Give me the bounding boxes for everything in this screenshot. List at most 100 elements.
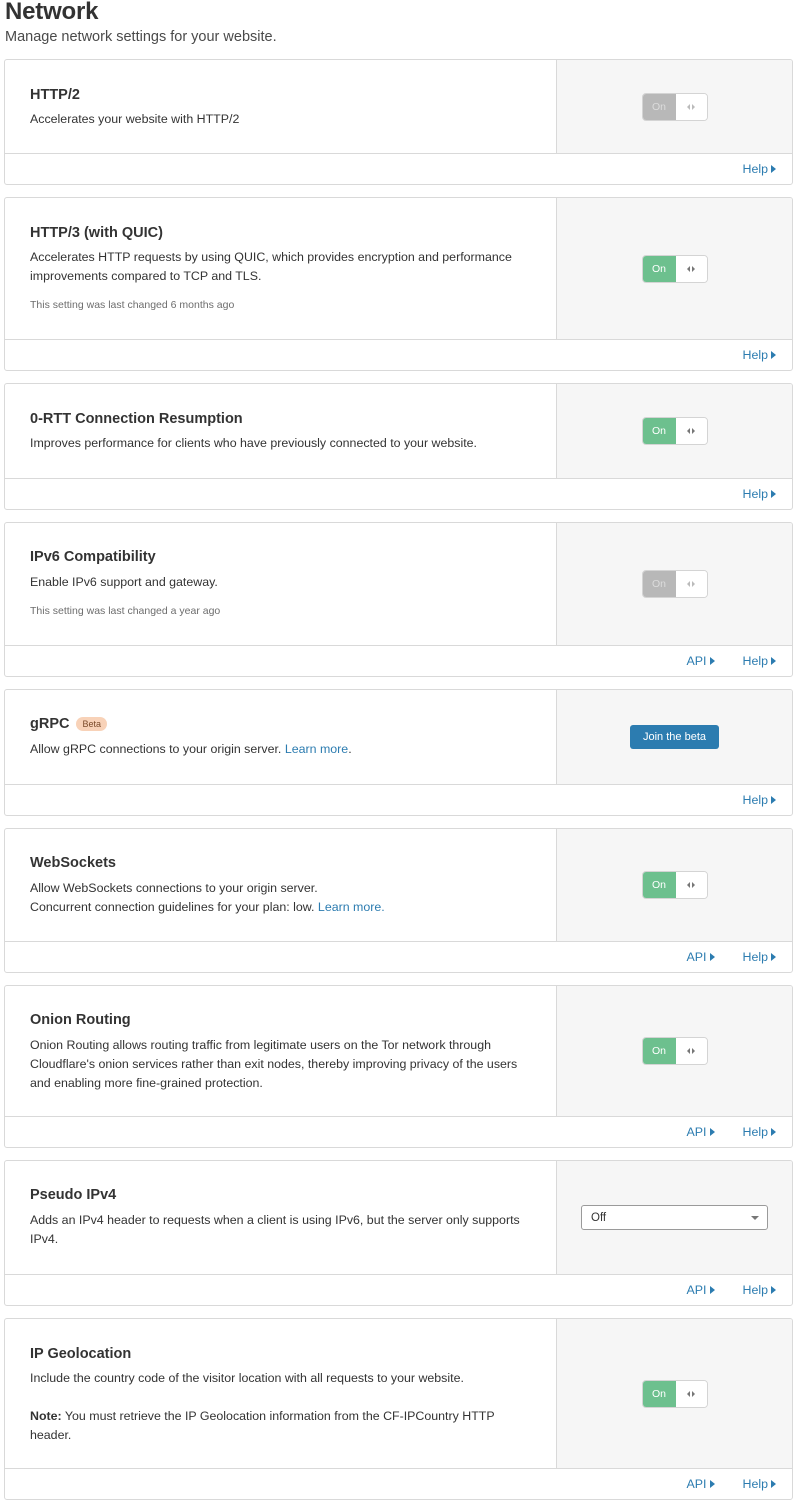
toggle-handle — [675, 571, 707, 597]
setting-title: HTTP/3 (with QUIC) — [30, 225, 163, 241]
help-link[interactable]: Help — [743, 162, 776, 176]
help-link[interactable]: Help — [743, 487, 776, 501]
setting-description: Allow gRPC connections to your origin se… — [30, 742, 352, 756]
learn-more-link[interactable]: Learn more. — [318, 900, 385, 914]
setting-description: Onion Routing allows routing traffic fro… — [30, 1038, 518, 1090]
learn-more-link[interactable]: Learn more — [285, 742, 348, 756]
toggle-handle — [675, 872, 707, 898]
beta-badge: Beta — [76, 717, 107, 731]
toggle-arrows-icon — [687, 265, 695, 272]
setting-card-http2: HTTP/2 Accelerates your website with HTT… — [4, 59, 793, 185]
card-footer: API Help — [5, 1116, 792, 1147]
setting-card-ipv6: IPv6 Compatibility Enable IPv6 support a… — [4, 522, 793, 677]
ipv6-toggle[interactable]: On — [641, 570, 708, 598]
toggle-arrows-icon — [687, 1048, 695, 1054]
setting-description: Allow WebSockets connections to your ori… — [30, 881, 385, 914]
setting-card-grpc: gRPC Beta Allow gRPC connections to your… — [4, 689, 793, 816]
toggle-arrows-icon — [687, 581, 695, 587]
toggle-state-label: On — [642, 571, 676, 597]
toggle-handle — [675, 418, 707, 444]
toggle-handle — [675, 255, 707, 282]
setting-title: Onion Routing — [30, 1012, 131, 1028]
caret-right-icon — [771, 350, 776, 359]
websockets-toggle[interactable]: On — [641, 871, 708, 899]
toggle-state-label: On — [642, 255, 676, 282]
caret-right-icon — [709, 656, 715, 665]
caret-right-icon — [771, 952, 776, 961]
http2-toggle[interactable]: On — [641, 92, 708, 121]
help-link[interactable]: Help — [743, 793, 776, 807]
select-value: Off — [591, 1211, 607, 1224]
setting-title: gRPC Beta — [30, 716, 107, 732]
caret-right-icon — [771, 795, 776, 804]
toggle-state-label: On — [642, 872, 676, 898]
toggle-state-label: On — [642, 418, 676, 444]
toggle-handle — [675, 1380, 707, 1407]
caret-right-icon — [771, 1127, 776, 1136]
setting-description: Improves performance for clients who hav… — [30, 436, 477, 450]
card-footer: Help — [5, 339, 792, 370]
setting-description: Adds an IPv4 header to requests when a c… — [30, 1213, 520, 1246]
caret-right-icon — [771, 489, 776, 498]
setting-card-onion-routing: Onion Routing Onion Routing allows routi… — [4, 985, 793, 1148]
setting-title: Pseudo IPv4 — [30, 1187, 117, 1203]
setting-card-pseudo-ipv4: Pseudo IPv4 Adds an IPv4 header to reque… — [4, 1160, 793, 1306]
page-subtitle: Manage network settings for your website… — [5, 29, 277, 45]
setting-card-http3: HTTP/3 (with QUIC) Accelerates HTTP requ… — [4, 197, 793, 371]
caret-right-icon — [771, 164, 776, 173]
setting-card-websockets: WebSockets Allow WebSockets connections … — [4, 828, 793, 973]
api-link[interactable]: API — [687, 1125, 715, 1139]
http3-toggle[interactable]: On — [641, 254, 708, 283]
toggle-handle — [675, 1038, 707, 1064]
ip-geolocation-toggle[interactable]: On — [641, 1379, 708, 1408]
setting-title: HTTP/2 — [30, 87, 80, 103]
toggle-arrows-icon — [687, 428, 695, 434]
help-link[interactable]: Help — [743, 1125, 776, 1139]
setting-description: Enable IPv6 support and gateway. — [30, 575, 218, 589]
api-link[interactable]: API — [687, 950, 715, 964]
card-footer: Help — [5, 478, 792, 509]
toggle-arrows-icon — [687, 1390, 695, 1397]
last-changed-text: This setting was last changed 6 months a… — [30, 299, 235, 311]
help-link[interactable]: Help — [743, 1477, 776, 1491]
help-link[interactable]: Help — [743, 1283, 776, 1297]
join-beta-button[interactable]: Join the beta — [630, 725, 719, 749]
setting-description: Include the country code of the visitor … — [30, 1371, 464, 1385]
page-title: Network — [5, 0, 99, 25]
caret-right-icon — [771, 656, 776, 665]
api-link[interactable]: API — [687, 1477, 715, 1491]
card-footer: API Help — [5, 941, 792, 972]
0rtt-toggle[interactable]: On — [641, 417, 708, 445]
card-footer: API Help — [5, 1274, 792, 1305]
help-link[interactable]: Help — [743, 348, 776, 362]
pseudo-ipv4-select[interactable]: Off — [581, 1205, 768, 1230]
caret-right-icon — [709, 952, 715, 961]
toggle-handle — [675, 93, 707, 120]
setting-title: IPv6 Compatibility — [30, 549, 156, 565]
chevron-down-icon — [751, 1215, 759, 1220]
toggle-arrows-icon — [687, 103, 695, 110]
setting-card-0rtt: 0-RTT Connection Resumption Improves per… — [4, 383, 793, 510]
caret-right-icon — [709, 1479, 715, 1488]
help-link[interactable]: Help — [743, 654, 776, 668]
card-footer: API Help — [5, 645, 792, 676]
api-link[interactable]: API — [687, 1283, 715, 1297]
toggle-state-label: On — [642, 1380, 676, 1407]
toggle-state-label: On — [642, 1038, 676, 1064]
card-footer: Help — [5, 784, 792, 815]
caret-right-icon — [709, 1127, 715, 1136]
caret-right-icon — [771, 1479, 776, 1488]
toggle-arrows-icon — [687, 882, 695, 888]
setting-title: WebSockets — [30, 855, 116, 871]
caret-right-icon — [771, 1285, 776, 1294]
help-link[interactable]: Help — [743, 950, 776, 964]
setting-card-ip-geolocation: IP Geolocation Include the country code … — [4, 1318, 793, 1500]
card-footer: Help — [5, 153, 792, 184]
api-link[interactable]: API — [687, 654, 715, 668]
toggle-state-label: On — [642, 93, 676, 120]
onion-routing-toggle[interactable]: On — [641, 1037, 708, 1065]
caret-right-icon — [709, 1285, 715, 1294]
geolocation-note: Note: You must retrieve the IP Geolocati… — [30, 1409, 495, 1442]
setting-description: Accelerates HTTP requests by using QUIC,… — [30, 250, 512, 283]
last-changed-text: This setting was last changed a year ago — [30, 605, 221, 617]
